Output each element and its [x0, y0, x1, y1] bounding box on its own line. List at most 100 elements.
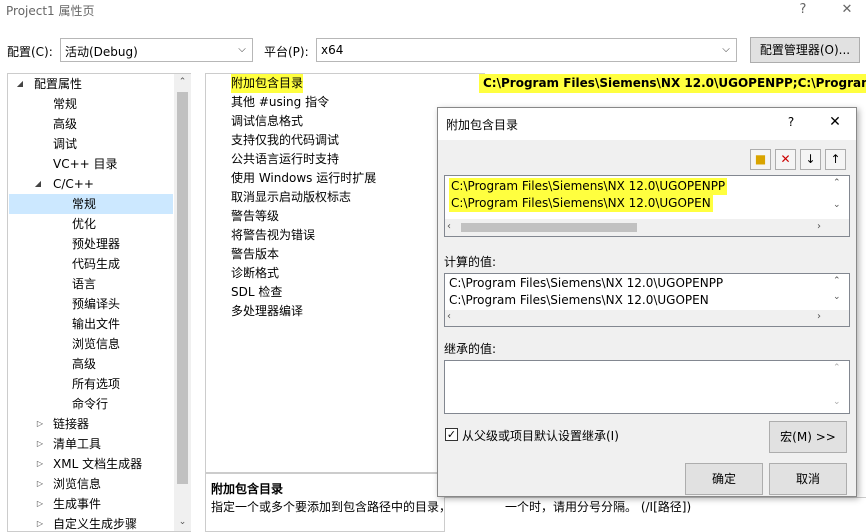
tree-item-label: 常规	[72, 197, 97, 211]
computed-label: 计算的值:	[444, 255, 497, 269]
tree-item[interactable]: VC++ 目录	[9, 154, 173, 174]
scroll-left-icon[interactable]: ‹	[447, 311, 451, 322]
scroll-down-icon[interactable]: ⌄	[833, 200, 841, 210]
platform-combo[interactable]: x64 ⌵	[316, 38, 737, 62]
tree-item-label: 高级	[72, 357, 97, 371]
scroll-down-icon[interactable]: ⌄	[833, 397, 841, 407]
tree-item-label: 预编译头	[72, 297, 121, 311]
tree-item-label: 配置属性	[34, 77, 83, 91]
config-value: 活动(Debug)	[65, 45, 138, 59]
property-name: 支持仅我的代码调试	[231, 133, 340, 147]
tree-item[interactable]: 语言	[9, 274, 173, 294]
help-button[interactable]: ?	[788, 0, 818, 22]
tree-item[interactable]: 调试	[9, 134, 173, 154]
tree-item[interactable]: ▷ 链接器	[9, 414, 173, 434]
platform-label: 平台(P):	[264, 45, 309, 59]
inherit-checkbox[interactable]: ✓	[445, 428, 458, 441]
tree-item[interactable]: ▷ 生成事件	[9, 494, 173, 514]
computed-item: C:\Program Files\Siemens\NX 12.0\UGOPENP…	[449, 276, 724, 290]
tree-item-label: 预处理器	[72, 237, 121, 251]
move-up-icon[interactable]: ↑	[825, 149, 846, 170]
tree-item[interactable]: 命令行	[9, 394, 173, 414]
property-name: 公共语言运行时支持	[231, 152, 340, 166]
tree-item-label: 清单工具	[53, 437, 102, 451]
tree-item[interactable]: 优化	[9, 214, 173, 234]
cancel-button[interactable]: 取消	[769, 463, 847, 495]
delete-icon[interactable]: ✕	[775, 149, 796, 170]
expand-arrow-icon[interactable]: ▷	[35, 454, 45, 474]
include-dirs-dialog: 附加包含目录 ? ✕ ■ ✕ ↓ ↑ C:\Program Files\Siem…	[437, 107, 857, 497]
tree-scrollbar[interactable]: ⌃ ⌄	[174, 74, 191, 531]
tree-item-label: 输出文件	[72, 317, 121, 331]
scroll-thumb[interactable]	[461, 223, 637, 232]
path-item[interactable]: C:\Program Files\Siemens\NX 12.0\UGOPEN	[449, 195, 713, 212]
scroll-up-icon[interactable]: ⌃	[833, 363, 841, 373]
paths-list[interactable]: C:\Program Files\Siemens\NX 12.0\UGOPENP…	[444, 175, 850, 237]
computed-hscroll[interactable]: ‹ ›	[445, 310, 849, 326]
tree-item[interactable]: 浏览信息	[9, 334, 173, 354]
include-dirs-value[interactable]: C:\Program Files\Siemens\NX 12.0\UGOPENP…	[479, 74, 866, 93]
scroll-down-icon[interactable]: ⌄	[174, 514, 191, 531]
tree-item[interactable]: 高级	[9, 354, 173, 374]
scroll-up-icon[interactable]: ⌃	[833, 276, 841, 286]
scroll-right-icon[interactable]: ›	[817, 221, 821, 232]
expand-arrow-icon[interactable]: ▷	[35, 494, 45, 514]
tree-item-label: 浏览信息	[72, 337, 121, 351]
tree-item-label: 生成事件	[53, 497, 102, 511]
ok-button[interactable]: 确定	[685, 463, 763, 495]
tree-item[interactable]: ▷ 清单工具	[9, 434, 173, 454]
inherit-checkbox-label[interactable]: 从父级或项目默认设置继承(I)	[462, 427, 619, 444]
tree-item[interactable]: 所有选项	[9, 374, 173, 394]
tree-item[interactable]: 预编译头	[9, 294, 173, 314]
tree-item-label: 自定义生成步骤	[53, 517, 138, 531]
scroll-up-icon[interactable]: ⌃	[833, 178, 841, 188]
expand-arrow-icon[interactable]: ▷	[35, 434, 45, 454]
expand-arrow-icon[interactable]: ▷	[35, 514, 45, 532]
window-title: Project1 属性页	[6, 4, 95, 18]
property-name: 诊断格式	[231, 266, 280, 280]
dialog-help-button[interactable]: ?	[780, 115, 802, 129]
tree-item[interactable]: 代码生成	[9, 254, 173, 274]
scroll-down-icon[interactable]: ⌄	[833, 292, 841, 302]
tree-item[interactable]: ▷ 自定义生成步骤	[9, 514, 173, 532]
tree-item-label: 常规	[53, 97, 78, 111]
path-item[interactable]: C:\Program Files\Siemens\NX 12.0\UGOPENP…	[449, 178, 728, 195]
paths-hscroll[interactable]: ‹ ›	[445, 219, 849, 236]
config-combo[interactable]: 活动(Debug) ⌵	[60, 38, 253, 62]
property-row[interactable]: 附加包含目录	[206, 74, 486, 93]
tree-item-label: 命令行	[72, 397, 109, 411]
scroll-up-icon[interactable]: ⌃	[174, 74, 191, 91]
tree-item-label: 优化	[72, 217, 97, 231]
chevron-down-icon: ⌵	[722, 44, 730, 55]
dialog-close-button[interactable]: ✕	[824, 114, 846, 130]
scroll-right-icon[interactable]: ›	[817, 311, 821, 322]
tree-item[interactable]: ▷ 浏览信息	[9, 474, 173, 494]
config-label: 配置(C):	[7, 45, 53, 59]
collapse-arrow-icon[interactable]: ◢	[33, 174, 43, 194]
tree-item-label: 所有选项	[72, 377, 121, 391]
expand-arrow-icon[interactable]: ▷	[35, 474, 45, 494]
expand-arrow-icon[interactable]: ▷	[35, 414, 45, 434]
tree-item[interactable]: 高级	[9, 114, 173, 134]
property-name: 取消显示启动版权标志	[231, 190, 352, 204]
tree-item[interactable]: ▷ XML 文档生成器	[9, 454, 173, 474]
inherited-list: ⌃ ⌄	[444, 360, 850, 414]
tree-item[interactable]: ◢ C/C++	[9, 174, 173, 194]
tree-item[interactable]: 预处理器	[9, 234, 173, 254]
property-name: SDL 检查	[231, 285, 283, 299]
property-tree: ◢ 配置属性 常规 高级 调试 VC++ 目录 ◢ C/C++ 常规 优化 预处理器 代码生成 语言 预编…	[7, 73, 191, 532]
tree-item[interactable]: 常规	[9, 94, 173, 114]
config-manager-button[interactable]: 配置管理器(O)...	[750, 37, 860, 63]
new-folder-icon[interactable]: ■	[750, 149, 771, 170]
macro-button[interactable]: 宏(M) >>	[769, 421, 847, 453]
tree-item[interactable]: ◢ 配置属性	[9, 74, 173, 94]
move-down-icon[interactable]: ↓	[800, 149, 821, 170]
scroll-left-icon[interactable]: ‹	[447, 221, 451, 232]
close-button[interactable]: ✕	[832, 0, 862, 22]
property-name: 附加包含目录	[231, 74, 304, 93]
collapse-arrow-icon[interactable]: ◢	[15, 74, 25, 94]
tree-item[interactable]: 常规	[9, 194, 173, 214]
property-name: 多处理器编译	[231, 304, 304, 318]
tree-item[interactable]: 输出文件	[9, 314, 173, 334]
scroll-thumb[interactable]	[177, 92, 188, 484]
